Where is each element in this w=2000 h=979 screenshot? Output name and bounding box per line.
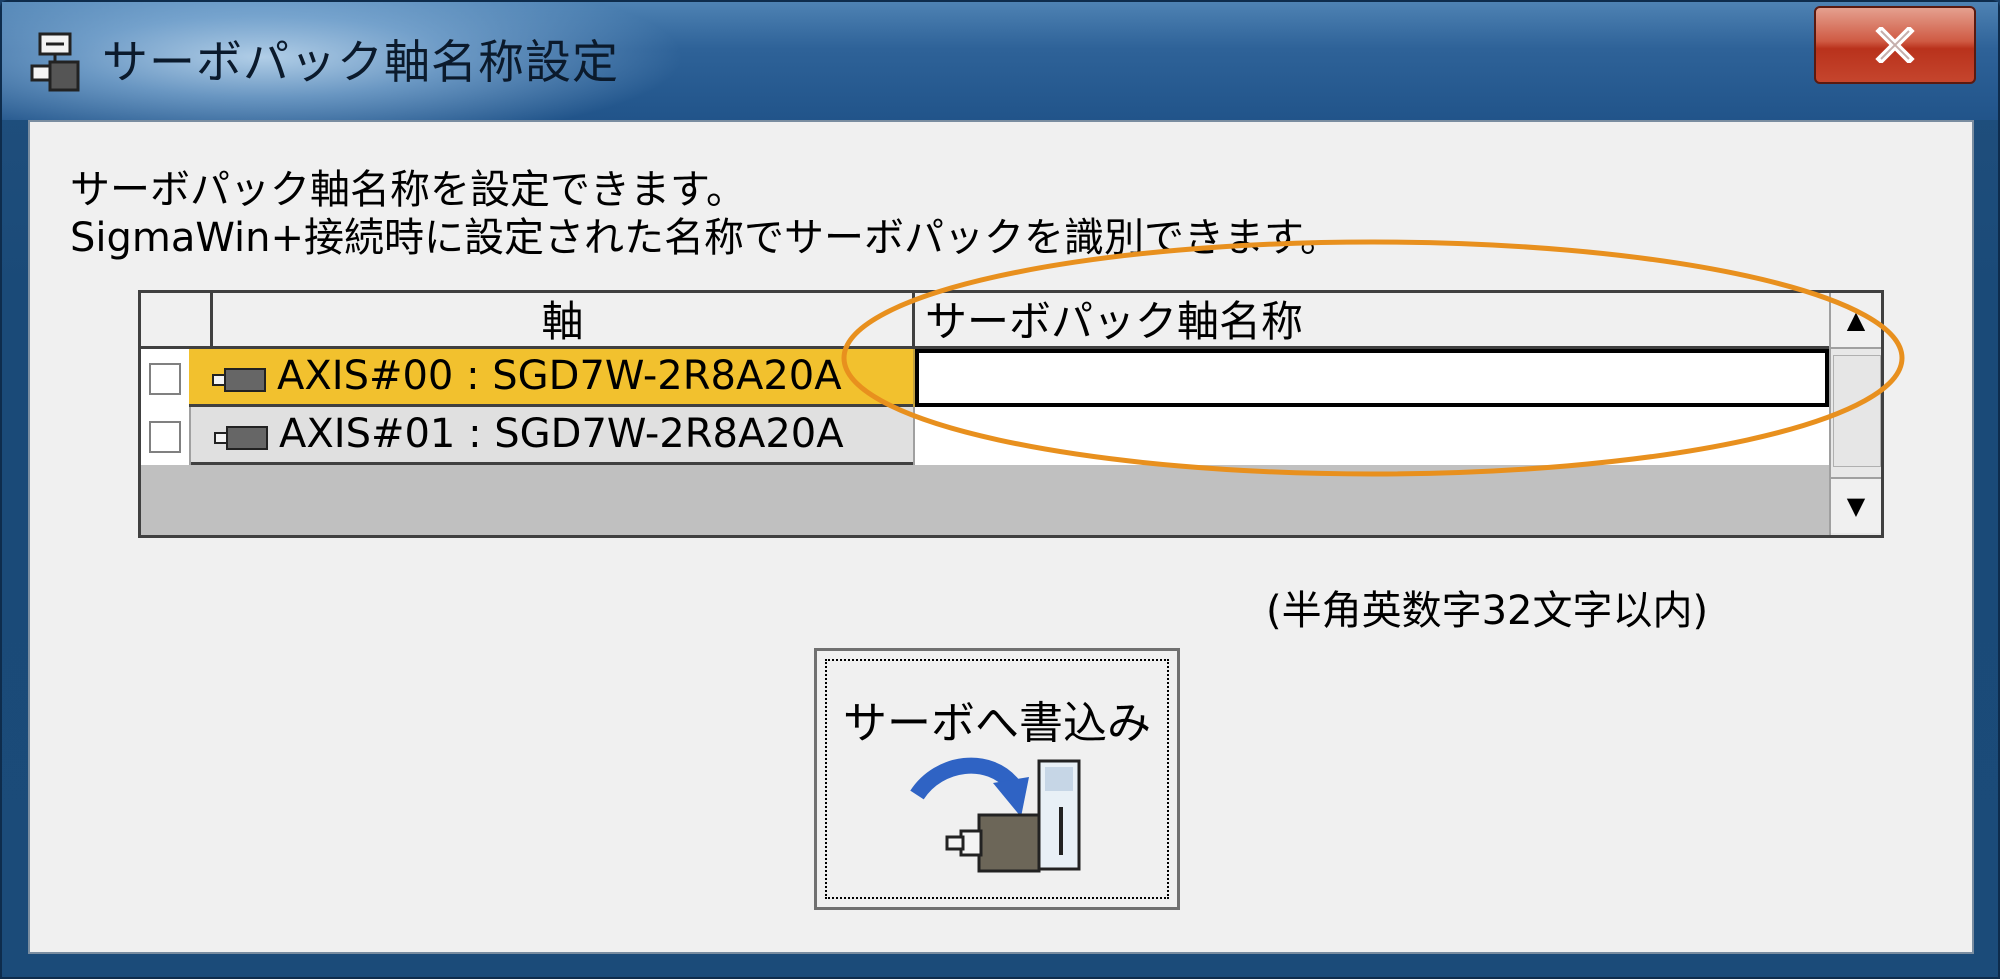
dialog-window: サーボパック軸名称設定 サーボパック軸名称を設定できます。 SigmaWin+接…: [0, 0, 2000, 979]
window-title: サーボパック軸名称設定: [102, 35, 619, 89]
arrow-down-icon: ▼: [1846, 492, 1866, 520]
row-checkbox[interactable]: [149, 421, 181, 453]
row-checkbox[interactable]: [149, 363, 181, 395]
axis-label: AXIS#00 : SGD7W-2R8A20A: [277, 353, 842, 399]
scroll-up-button[interactable]: ▲: [1831, 293, 1881, 349]
write-to-servo-label: サーボへ書込み: [843, 698, 1151, 749]
row-checkbox-cell: [141, 407, 189, 465]
servo-pack-icon: [30, 32, 80, 92]
scroll-down-button[interactable]: ▼: [1831, 477, 1881, 533]
description-line-1: サーボパック軸名称を設定できます。: [70, 167, 746, 213]
dialog-client-area: サーボパック軸名称を設定できます。 SigmaWin+接続時に設定された名称でサ…: [28, 120, 1974, 954]
description-line-2: SigmaWin+接続時に設定された名称でサーボパックを識別できます。: [70, 215, 1341, 261]
servo-connector-icon: [214, 426, 268, 450]
vertical-scrollbar[interactable]: ▲ ▼: [1829, 293, 1881, 535]
description-text: サーボパック軸名称を設定できます。 SigmaWin+接続時に設定された名称でサ…: [70, 166, 1340, 262]
header-axis[interactable]: 軸: [213, 293, 915, 349]
axis-label: AXIS#01 : SGD7W-2R8A20A: [279, 411, 844, 457]
input-limit-note: (半角英数字32文字以内): [1266, 588, 1709, 634]
axis-cell: AXIS#00 : SGD7W-2R8A20A: [189, 349, 915, 407]
row-checkbox-cell: [141, 349, 189, 407]
servo-connector-icon: [212, 368, 266, 392]
write-to-servo-button[interactable]: サーボへ書込み: [814, 648, 1180, 910]
servo-name-input[interactable]: [915, 407, 1829, 465]
header-checkbox-column: [141, 293, 213, 349]
header-servo-name[interactable]: サーボパック軸名称: [915, 293, 1829, 349]
axis-cell: AXIS#01 : SGD7W-2R8A20A: [189, 407, 915, 465]
scroll-thumb[interactable]: [1833, 355, 1881, 467]
arrow-up-icon: ▲: [1846, 306, 1866, 334]
write-to-servo-icon: [910, 757, 1081, 873]
close-button[interactable]: [1814, 6, 1976, 84]
title-bar[interactable]: サーボパック軸名称設定: [2, 2, 1998, 120]
table-row[interactable]: AXIS#00 : SGD7W-2R8A20A: [141, 349, 1829, 407]
close-icon: [1875, 27, 1915, 63]
table-row[interactable]: AXIS#01 : SGD7W-2R8A20A: [141, 407, 1829, 465]
header-axis-label: 軸: [541, 297, 584, 346]
axis-name-grid: 軸 サーボパック軸名称 AXIS#00 : SGD7W-2R8A20A AXIS…: [138, 290, 1884, 538]
header-servo-name-label: サーボパック軸名称: [925, 297, 1304, 346]
servo-name-input[interactable]: [915, 349, 1829, 407]
